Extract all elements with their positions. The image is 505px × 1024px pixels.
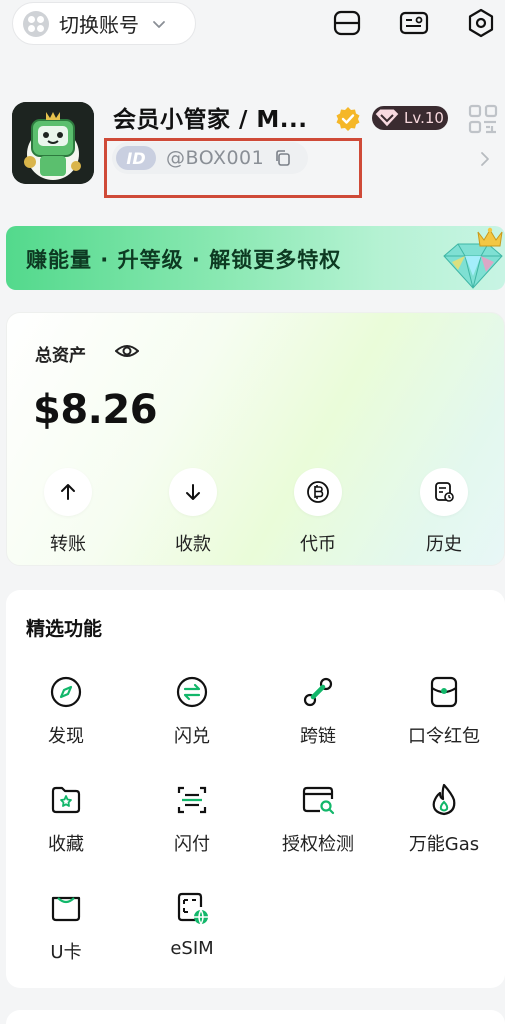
featured-functions-title: 精选功能 [26,618,103,640]
auth-check-icon [302,786,335,815]
feature-label: 收藏 [48,834,84,855]
folder-star-icon [51,786,81,814]
cross-chain-icon [303,677,333,707]
transfer-button[interactable]: 转账 [23,468,113,556]
banner-text: 赚能量 · 升等级 · 解锁更多特权 [26,248,342,272]
feature-favorites[interactable]: 收藏 [6,782,126,856]
total-assets-card: 总资产 $8.26 转账 收款 代币 历史 [6,312,505,566]
eye-icon[interactable] [115,341,139,361]
feature-label: 授权检测 [282,834,354,855]
tokens-label: 代币 [300,534,336,555]
flash-pay-icon [177,786,207,814]
feature-label: U卡 [50,942,82,963]
avatar[interactable] [12,102,94,184]
feature-red-packet[interactable]: 口令红包 [384,674,504,748]
feature-u-card[interactable]: U卡 [6,890,126,964]
id-card-icon[interactable] [399,8,429,38]
level-heart-icon [374,108,400,128]
tokens-button[interactable]: 代币 [273,468,363,556]
feature-label: eSIM [170,938,214,959]
scan-icon[interactable] [332,8,362,38]
featured-functions-card: 精选功能 发现 闪兑 跨链 口令红包 收藏 闪付 授权检测 万能Gas U卡 e… [6,590,505,988]
grid-icon [23,10,49,37]
chevron-right-icon[interactable] [478,150,492,168]
feature-auth-check[interactable]: 授权检测 [258,782,378,856]
transfer-label: 转账 [50,534,86,555]
feature-label: 发现 [48,726,84,747]
feature-discover[interactable]: 发现 [6,674,126,748]
esim-icon [177,892,208,925]
switch-account-label: 切换账号 [59,13,139,37]
upgrade-banner[interactable]: 赚能量 · 升等级 · 解锁更多特权 [6,226,505,290]
feature-swap[interactable]: 闪兑 [132,674,252,748]
level-badge[interactable]: Lv.10 [372,106,448,130]
top-bar: 切换账号 [0,0,505,50]
feature-gas[interactable]: 万能Gas [384,782,504,856]
feature-esim[interactable]: eSIM [132,890,252,959]
receive-button[interactable]: 收款 [148,468,238,556]
history-icon [435,482,454,502]
bitcoin-icon [307,481,329,503]
total-balance: $8.26 [33,387,158,433]
red-packet-icon [430,676,458,708]
account-name: 会员小管家 / M... [113,107,308,133]
level-label: Lv.10 [404,109,444,127]
feature-label: 闪兑 [174,726,210,747]
swap-icon [176,676,208,708]
feature-label: 闪付 [174,834,210,855]
receive-label: 收款 [175,534,211,555]
switch-account-button[interactable]: 切换账号 [12,2,196,45]
profile-section[interactable]: 会员小管家 / M... Lv.10 ID @BOX001 [0,96,505,206]
next-section-card [6,1010,505,1024]
arrow-up-icon [61,484,75,500]
u-card-icon [51,896,81,922]
feature-label: 口令红包 [408,726,480,747]
history-label: 历史 [426,534,462,555]
highlight-annotation-box [104,138,362,198]
feature-label: 跨链 [300,726,336,747]
chevron-down-icon [153,20,165,28]
robot-avatar-icon [12,102,94,184]
feature-cross-chain[interactable]: 跨链 [258,674,378,748]
history-button[interactable]: 历史 [399,468,489,556]
qr-code-icon[interactable] [468,104,498,134]
settings-hex-icon[interactable] [466,8,496,38]
verified-badge-icon [336,107,360,131]
gas-flame-icon [432,783,456,816]
feature-flash-pay[interactable]: 闪付 [132,782,252,856]
compass-icon [50,676,82,708]
arrow-down-icon [186,484,200,500]
total-assets-title: 总资产 [35,346,86,366]
crown-diamond-icon [443,227,503,289]
feature-label: 万能Gas [408,834,480,855]
